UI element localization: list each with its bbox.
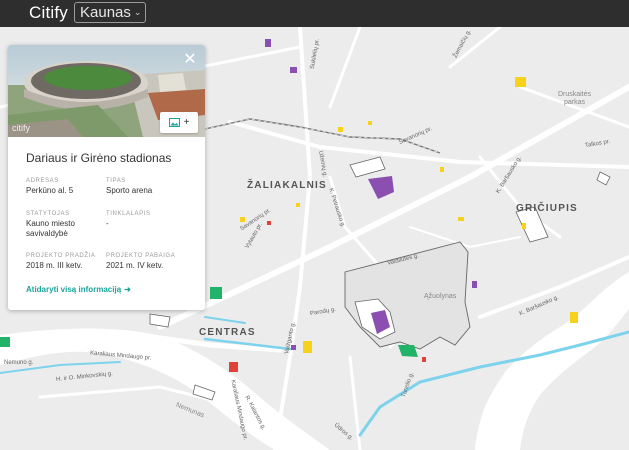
marker-project-yellow-2[interactable] [303,341,312,353]
plus-icon: + [183,116,190,128]
project-title: Dariaus ir Girėno stadionas [26,151,172,165]
field-address-label: ADRESAS [26,178,59,184]
field-type: TIPAS Sporto arena [106,178,191,196]
marker-project-green-1[interactable] [210,287,222,299]
field-end-value: 2021 m. IV ketv. [106,261,164,270]
road-barsausko-b [478,155,562,239]
marker-project-yellow-3[interactable] [570,312,578,323]
marker-project-red-1[interactable] [229,362,238,372]
marker-project-purple-2[interactable] [265,39,271,47]
road-vaidilutes [409,226,521,249]
marker-project-red-2[interactable] [422,357,426,362]
marker-project-red-3[interactable] [267,221,271,225]
park-label-druskos: Druskaitės parkas [557,91,592,106]
field-address-value: Perkūno al. 5 [26,186,74,195]
street-label-nemuno: Nemuno g. [4,360,34,366]
field-start-value: 2018 m. III ketv. [26,261,83,270]
district-label-centras: CENTRAS [199,327,256,338]
field-website-label: TINKLALAPIS [106,211,151,217]
field-builder-label: STATYTOJAS [26,211,70,217]
photo-watermark: citify [12,123,30,133]
arrow-right-icon: ➜ [124,285,131,294]
marker-project-yellow-8[interactable] [240,217,245,222]
marker-project-purple-1[interactable] [368,176,394,199]
road-sukileliu [328,27,362,109]
road-vaizganto [273,27,313,450]
open-full-info-link[interactable]: Atidaryti visą informaciją ➜ [26,285,131,294]
field-address: ADRESAS Perkūno al. 5 [26,178,111,196]
chevron-down-icon: ⌄ [133,7,142,17]
block-outline-5 [596,171,611,186]
marker-project-yellow-5[interactable] [368,121,372,125]
project-info-card: citify ✕ + Dariaus ir Girėno stadionas A… [8,45,205,310]
field-builder-value: Kauno miesto savivaldybė [26,219,75,238]
marker-project-purple-3[interactable] [290,67,297,73]
district-label-zaliakalnis: ŽALIAKALNIS [247,180,327,191]
field-type-label: TIPAS [106,178,126,184]
close-icon[interactable]: ✕ [181,51,199,69]
city-select[interactable]: Kaunas ⌄ [74,2,147,23]
field-website: TINKLALAPIS - [106,211,191,229]
field-website-value: - [106,219,109,228]
marker-project-yellow-10[interactable] [522,223,526,229]
field-start: PROJEKTO PRADŽIA 2018 m. III ketv. [26,253,111,271]
field-end-label: PROJEKTO PABAIGA [106,253,176,259]
city-select-value: Kaunas [80,4,131,21]
marker-project-yellow-7[interactable] [440,167,444,172]
marker-project-yellow-6[interactable] [458,217,464,221]
block-outline-4 [149,313,171,328]
field-builder: STATYTOJAS Kauno miesto savivaldybė [26,211,111,239]
district-label-griciupis: GRIČIUPIS [516,203,578,214]
marker-project-yellow-4[interactable] [338,127,343,132]
block-outline-1 [349,156,386,178]
field-type-value: Sporto arena [106,186,153,195]
image-icon [168,118,180,127]
field-end: PROJEKTO PABAIGA 2021 m. IV ketv. [106,253,191,271]
open-full-info-label: Atidaryti visą informaciją [26,285,122,294]
field-start-label: PROJEKTO PRADŽIA [26,253,96,259]
brand-logo[interactable]: Citify [29,3,68,23]
marker-project-yellow-1[interactable] [515,77,526,87]
project-photo[interactable]: citify ✕ + [8,45,205,137]
bike-path-short [204,316,246,324]
gallery-button[interactable]: + [160,112,198,133]
park-label-azuolynas: Ąžuolynas [424,293,457,300]
marker-project-yellow-9[interactable] [296,203,300,207]
marker-project-purple-4[interactable] [472,281,477,288]
marker-project-green-3[interactable] [0,337,10,347]
top-bar: Citify Kaunas ⌄ [0,0,629,27]
